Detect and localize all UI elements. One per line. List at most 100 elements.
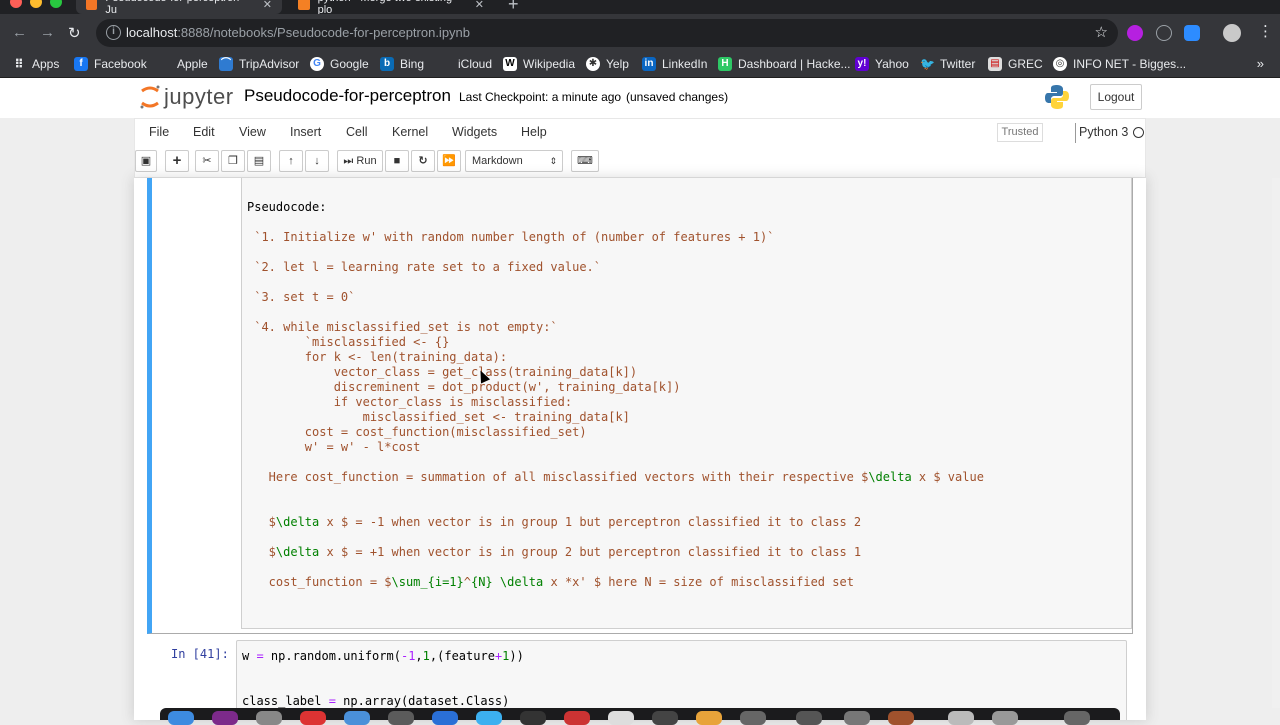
- bookmark-grec[interactable]: ▤ GREC: [988, 57, 1043, 71]
- bookmark-yahoo[interactable]: y! Yahoo: [855, 57, 909, 71]
- zoom-extension-icon[interactable]: [1184, 25, 1200, 41]
- notebook-container[interactable]: Pseudocode: `1. Initialize w' with rando…: [134, 178, 1146, 720]
- trusted-badge[interactable]: Trusted: [997, 123, 1043, 142]
- bookmark-facebook[interactable]: f Facebook: [74, 57, 147, 71]
- interrupt-button[interactable]: ■: [385, 150, 409, 172]
- app-dock-icon[interactable]: [256, 711, 282, 725]
- bookmark-google[interactable]: G Google: [310, 57, 369, 71]
- browser-menu-icon[interactable]: ⋮: [1258, 22, 1273, 40]
- app-dock-icon[interactable]: [300, 711, 326, 725]
- close-window-icon[interactable]: [10, 0, 22, 8]
- md-line: cost_function = $\sum_{i=1}^{N} \delta x…: [247, 575, 854, 589]
- app-dock-icon[interactable]: [992, 711, 1018, 725]
- app-dock-icon[interactable]: [344, 711, 370, 725]
- code-token: w: [242, 649, 257, 663]
- cell-type-select[interactable]: Markdown ⇕: [465, 150, 563, 172]
- cut-button[interactable]: ✂: [195, 150, 219, 172]
- tab-stackoverflow[interactable]: python - Merge two existing plo ✕: [288, 0, 494, 16]
- menu-file[interactable]: File: [149, 125, 169, 139]
- bookmark-apps[interactable]: ⠿ Apps: [12, 57, 59, 71]
- copy-button[interactable]: ❐: [221, 150, 245, 172]
- bookmark-bing[interactable]: b Bing: [380, 57, 424, 71]
- address-bar[interactable]: i localhost:8888/notebooks/Pseudocode-fo…: [96, 19, 1118, 47]
- app-dock-icon[interactable]: [740, 711, 766, 725]
- bookmark-star-icon[interactable]: ☆: [1095, 23, 1108, 41]
- url-path: :8888/notebooks/Pseudocode-for-perceptro…: [177, 25, 471, 40]
- app-dock-icon[interactable]: [888, 711, 914, 725]
- restart-kernel-button[interactable]: ↻: [411, 150, 435, 172]
- app-dock-icon[interactable]: [948, 711, 974, 725]
- markdown-cell-selected[interactable]: Pseudocode: `1. Initialize w' with rando…: [147, 178, 1133, 634]
- bookmark-yelp[interactable]: ✱ Yelp: [586, 57, 629, 71]
- app-dock-icon[interactable]: [608, 711, 634, 725]
- app-dock-icon[interactable]: [844, 711, 870, 725]
- reload-icon[interactable]: ↻: [68, 24, 81, 42]
- extension-purple-icon[interactable]: [1127, 25, 1143, 41]
- bookmark-icloud[interactable]: iCloud: [438, 57, 492, 71]
- run-label: Run: [356, 155, 377, 167]
- notebook-name[interactable]: Pseudocode-for-perceptron: [244, 86, 451, 106]
- menu-view[interactable]: View: [239, 125, 266, 139]
- bookmark-twitter[interactable]: 🐦 Twitter: [920, 57, 975, 71]
- app-dock-icon[interactable]: [652, 711, 678, 725]
- bookmark-wikipedia[interactable]: W Wikipedia: [503, 57, 575, 71]
- kernel-name[interactable]: Python 3: [1079, 125, 1128, 139]
- bookmark-label: Google: [330, 57, 369, 71]
- new-tab-icon[interactable]: +: [508, 0, 519, 15]
- profile-avatar[interactable]: [1223, 24, 1241, 42]
- app-dock-icon[interactable]: [212, 711, 238, 725]
- markdown-editor[interactable]: Pseudocode: `1. Initialize w' with rando…: [241, 178, 1132, 629]
- jupyter-logo-text[interactable]: jupyter: [164, 84, 234, 110]
- bookmark-linkedin[interactable]: in LinkedIn: [642, 57, 707, 71]
- info-icon[interactable]: i: [106, 25, 121, 40]
- bookmark-tripadvisor[interactable]: ⌒ TripAdvisor: [219, 57, 299, 71]
- move-up-button[interactable]: ↑: [279, 150, 303, 172]
- forward-icon[interactable]: →: [40, 24, 55, 41]
- code-number: 1: [422, 649, 430, 663]
- finder-dock-icon[interactable]: [168, 711, 194, 725]
- maximize-window-icon[interactable]: [50, 0, 62, 8]
- menu-edit[interactable]: Edit: [193, 125, 215, 139]
- checkpoint-status: Last Checkpoint: a minute ago: [459, 90, 622, 104]
- insert-cell-button[interactable]: +: [165, 150, 189, 172]
- jupyter-logo-icon[interactable]: [138, 84, 162, 110]
- restart-run-all-button[interactable]: ⏩: [437, 150, 461, 172]
- menu-widgets[interactable]: Widgets: [452, 125, 497, 139]
- app-dock-icon[interactable]: [388, 711, 414, 725]
- extension-circles-icon[interactable]: [1156, 25, 1172, 41]
- jupyter-menubar: File Edit View Insert Cell Kernel Widget…: [134, 118, 1146, 146]
- facebook-icon: f: [74, 57, 88, 71]
- logout-button[interactable]: Logout: [1090, 84, 1142, 110]
- command-palette-button[interactable]: ⌨: [571, 150, 599, 172]
- more-bookmarks-icon[interactable]: »: [1257, 56, 1264, 71]
- close-tab-icon[interactable]: ✕: [475, 0, 484, 11]
- minimize-window-icon[interactable]: [30, 0, 42, 8]
- tab-jupyter[interactable]: Pseudocode-for-perceptron - Ju ✕: [76, 0, 282, 16]
- app-dock-icon[interactable]: [564, 711, 590, 725]
- trash-dock-icon[interactable]: [1064, 711, 1090, 725]
- save-button[interactable]: ▣: [135, 150, 157, 172]
- app-dock-icon[interactable]: [796, 711, 822, 725]
- md-line: for k <- len(training_data):: [247, 350, 508, 364]
- back-icon[interactable]: ←: [12, 24, 27, 41]
- paste-button[interactable]: ▤: [247, 150, 271, 172]
- menu-cell[interactable]: Cell: [346, 125, 368, 139]
- bookmark-hackerrank[interactable]: H Dashboard | Hacke...: [718, 57, 851, 71]
- menu-kernel[interactable]: Kernel: [392, 125, 428, 139]
- app-dock-icon[interactable]: [432, 711, 458, 725]
- move-down-button[interactable]: ↓: [305, 150, 329, 172]
- bookmark-infonet[interactable]: ◎ INFO NET - Bigges...: [1053, 57, 1186, 71]
- app-dock-icon[interactable]: [696, 711, 722, 725]
- menu-help[interactable]: Help: [521, 125, 547, 139]
- run-button[interactable]: ⏭ Run: [337, 150, 383, 172]
- url-text[interactable]: localhost:8888/notebooks/Pseudocode-for-…: [126, 25, 470, 40]
- page-scrollbar[interactable]: [1272, 178, 1280, 708]
- app-dock-icon[interactable]: [476, 711, 502, 725]
- code-number: -1: [400, 649, 416, 663]
- bookmark-apple[interactable]: Apple: [157, 57, 208, 71]
- app-dock-icon[interactable]: [520, 711, 546, 725]
- url-host: localhost: [126, 25, 178, 40]
- close-tab-icon[interactable]: ✕: [263, 0, 272, 11]
- md-text: x $ value: [911, 470, 984, 484]
- menu-insert[interactable]: Insert: [290, 125, 321, 139]
